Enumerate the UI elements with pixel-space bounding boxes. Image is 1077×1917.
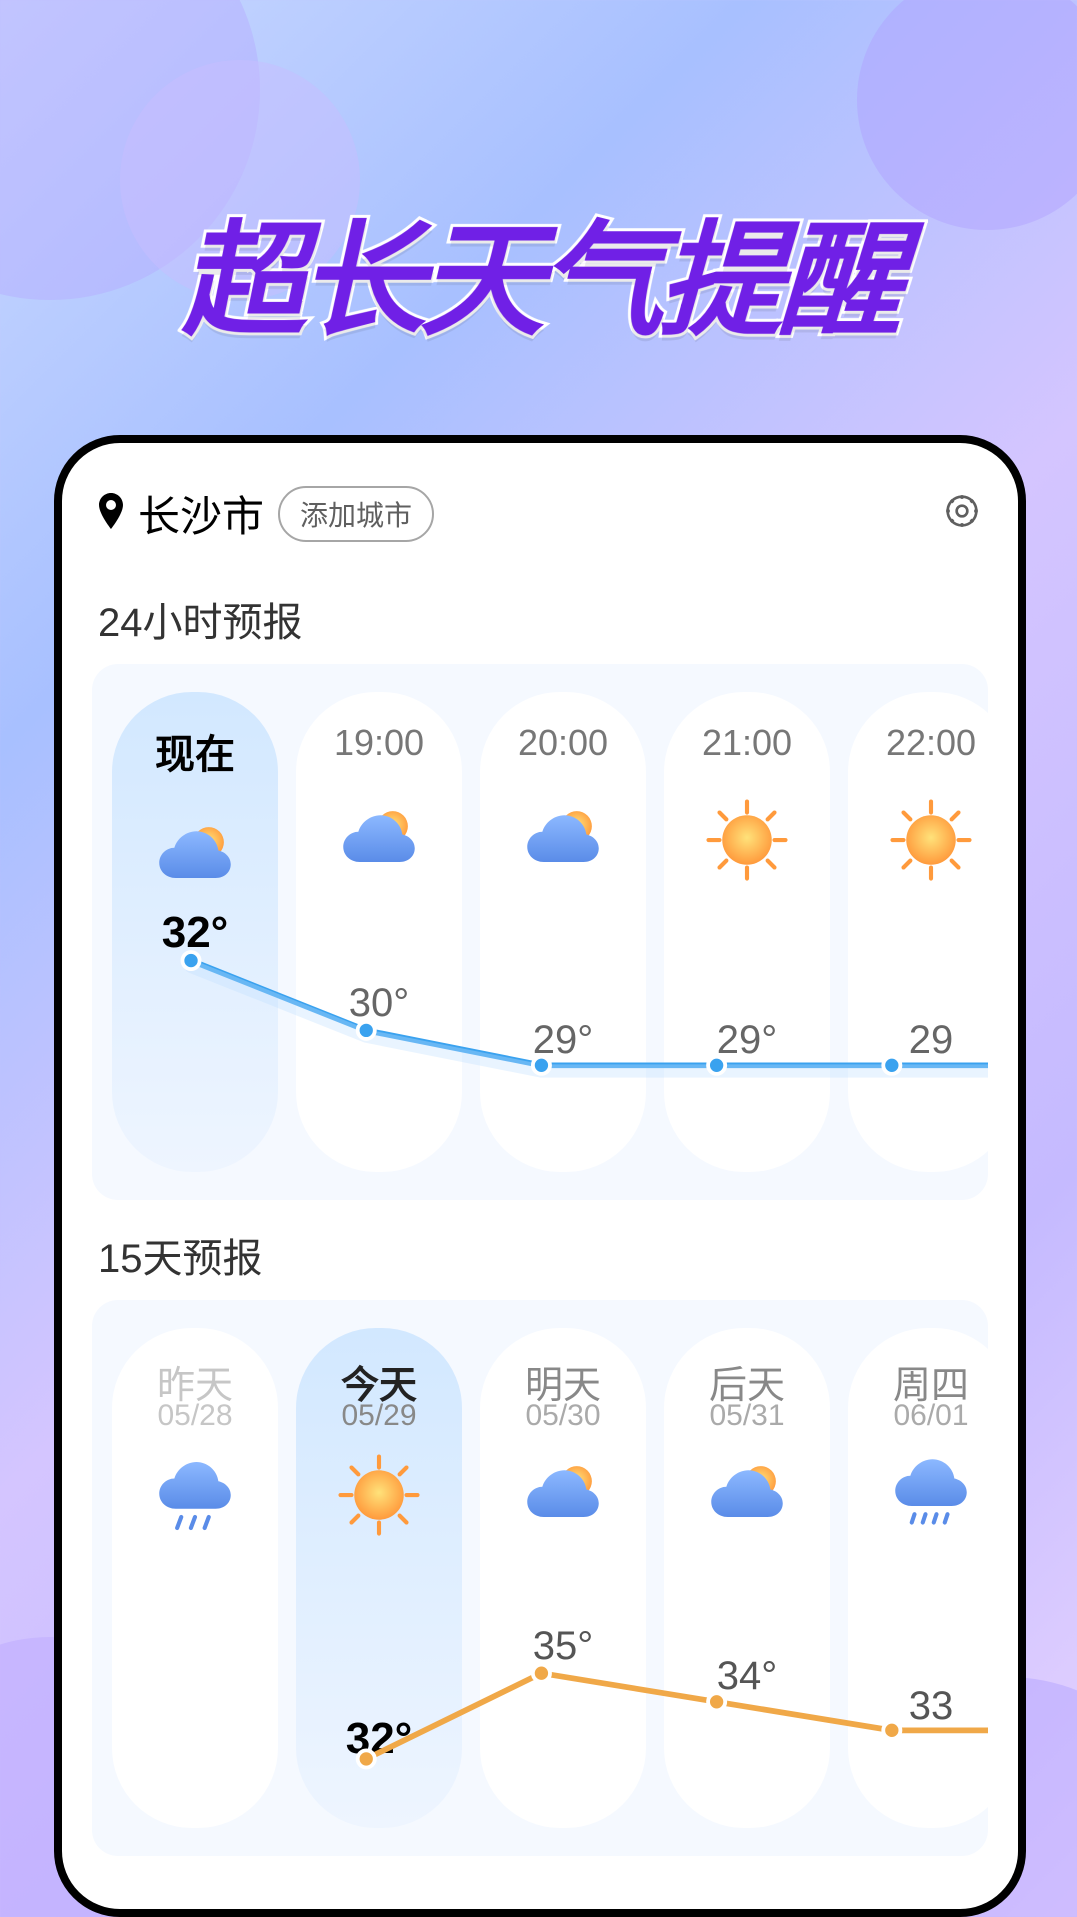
hourly-time: 21:00 <box>702 722 792 764</box>
hourly-item[interactable]: 21:00 29° <box>664 692 830 1172</box>
location-pin-icon <box>98 493 124 534</box>
daily-hi-temp: 33 <box>909 1684 954 1729</box>
bg-circle <box>857 0 1077 230</box>
daily-title: 15天预报 <box>62 1200 1018 1300</box>
hourly-temp: 29° <box>717 1018 778 1063</box>
shower-icon <box>887 1451 975 1539</box>
sunny-icon <box>887 796 975 884</box>
partly-cloudy-icon <box>335 796 423 884</box>
daily-item[interactable]: 后天05/3134° <box>664 1328 830 1828</box>
partly-cloudy-icon <box>703 1451 791 1539</box>
sunny-icon <box>335 1451 423 1539</box>
hourly-temp: 29° <box>533 1018 594 1063</box>
hourly-item[interactable]: 现在 32° <box>112 692 278 1172</box>
hourly-time: 现在 <box>155 722 235 780</box>
hourly-time: 22:00 <box>886 722 976 764</box>
daily-date: 05/31 <box>709 1399 784 1433</box>
sunny-icon <box>703 796 791 884</box>
phone-frame: 长沙市 添加城市 24小时预报 现在32°19:0030°20:0029°21:… <box>54 435 1026 1917</box>
hourly-time: 19:00 <box>334 722 424 764</box>
settings-icon[interactable] <box>942 491 982 536</box>
daily-date: 06/01 <box>893 1399 968 1433</box>
partly-cloudy-icon <box>151 812 239 900</box>
city-name[interactable]: 长沙市 <box>138 483 264 544</box>
top-bar: 长沙市 添加城市 <box>62 443 1018 564</box>
hourly-item[interactable]: 22:00 29 <box>848 692 988 1172</box>
daily-item[interactable]: 明天05/3035° <box>480 1328 646 1828</box>
bg-circle <box>120 60 360 300</box>
hourly-temp: 32° <box>162 908 229 958</box>
hourly-item[interactable]: 20:00 29° <box>480 692 646 1172</box>
daily-item[interactable]: 周四06/0133 <box>848 1328 988 1828</box>
hourly-time: 20:00 <box>518 722 608 764</box>
partly-cloudy-icon <box>519 796 607 884</box>
daily-hi-temp: 32° <box>346 1714 413 1764</box>
hourly-title: 24小时预报 <box>62 564 1018 664</box>
hourly-item[interactable]: 19:00 30° <box>296 692 462 1172</box>
rain-icon <box>151 1451 239 1539</box>
hourly-temp: 29 <box>909 1018 954 1063</box>
daily-item[interactable]: 今天05/2932° <box>296 1328 462 1828</box>
daily-date: 05/28 <box>157 1399 232 1433</box>
daily-forecast-card[interactable]: 昨天05/28今天05/2932°明天05/3035°后天05/3134°周四0… <box>92 1300 988 1856</box>
daily-hi-temp: 35° <box>533 1624 594 1669</box>
daily-hi-temp: 34° <box>717 1654 778 1699</box>
partly-cloudy-icon <box>519 1451 607 1539</box>
daily-date: 05/29 <box>341 1399 416 1433</box>
hourly-forecast-card[interactable]: 现在 32° 19:00 30° 20:00 29° 21:00 29° 22:00 29 <box>92 664 988 1200</box>
add-city-button[interactable]: 添加城市 <box>278 486 434 542</box>
daily-date: 05/30 <box>525 1399 600 1433</box>
daily-item[interactable]: 昨天05/28 <box>112 1328 278 1828</box>
hourly-temp: 30° <box>349 981 410 1026</box>
